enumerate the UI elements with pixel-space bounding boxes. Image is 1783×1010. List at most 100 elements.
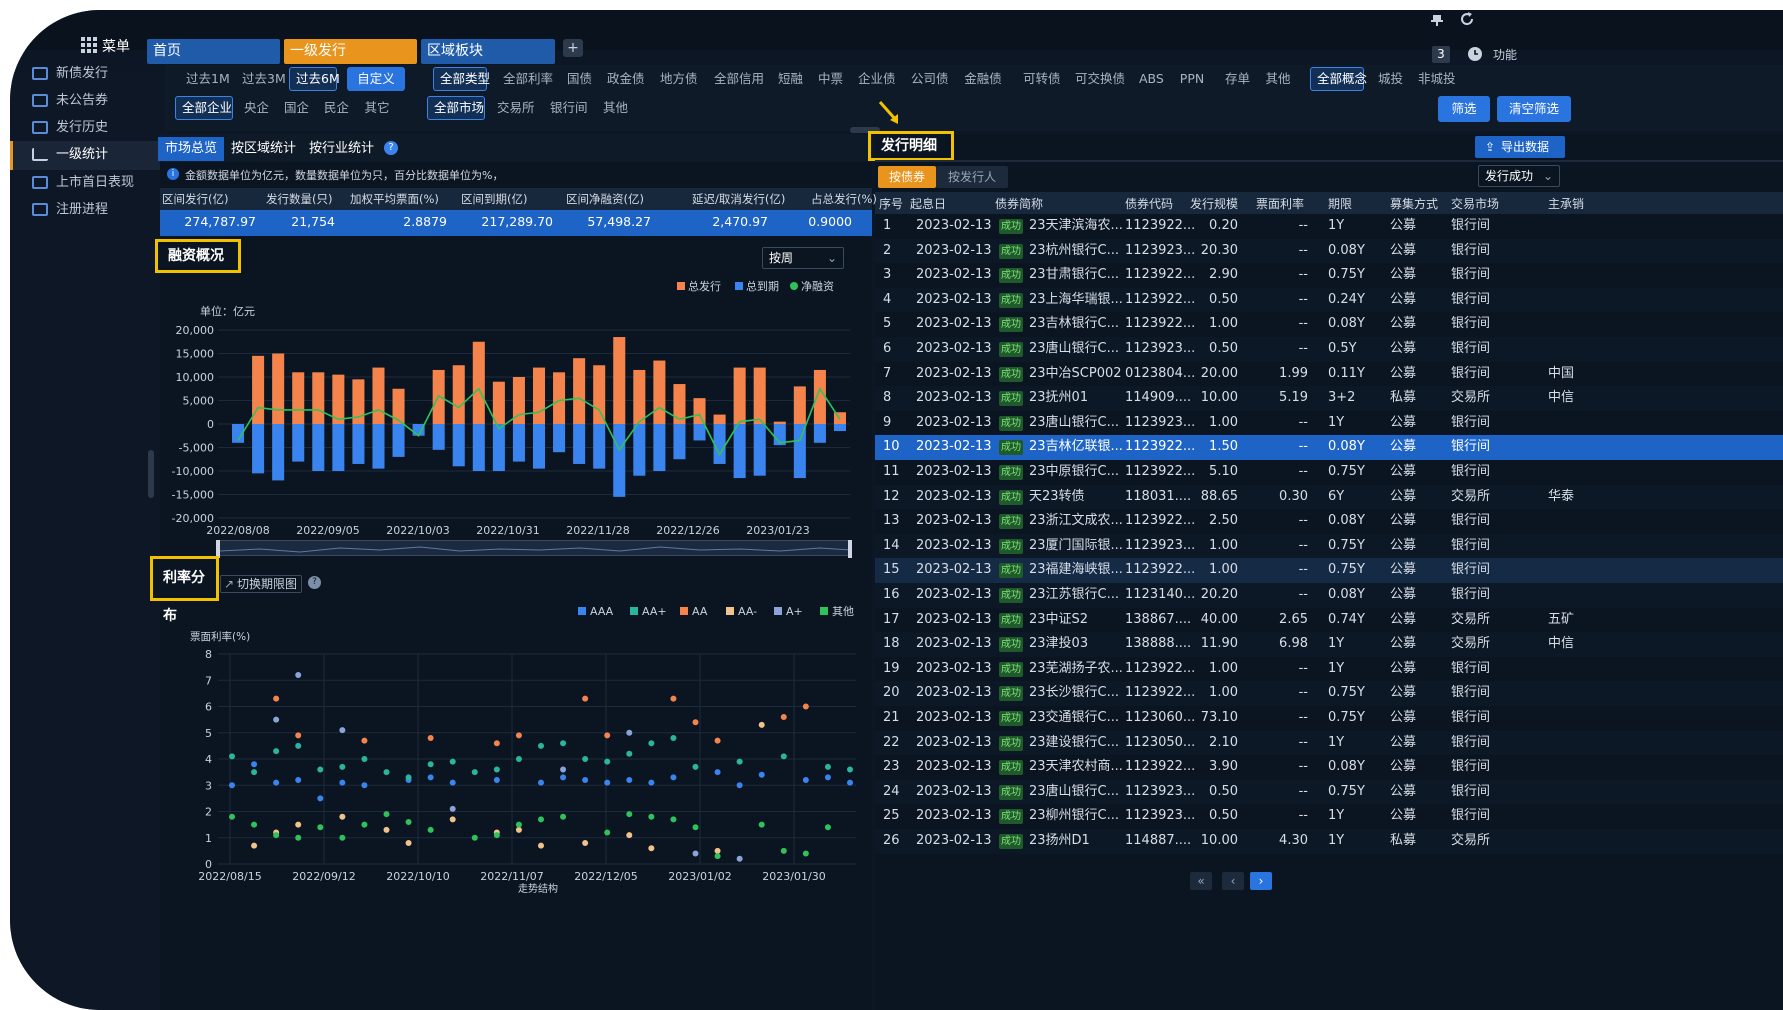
legend-item[interactable]: 净融资 <box>790 279 834 293</box>
filter-other[interactable]: 其他 <box>1258 67 1298 91</box>
table-row[interactable]: 7 2023-02-13 23中冶SCP002 0123804... 20.00 1.99… <box>875 361 1783 387</box>
table-row[interactable]: 12 2023-02-13 天23转债 118031.... 88.65 0.30 6Y 公募… <box>875 484 1783 510</box>
tab-by-bond[interactable]: 按债券 <box>878 166 936 188</box>
column-header[interactable]: 起息日 <box>910 193 946 215</box>
table-row[interactable]: 26 2023-02-13 23扬州D1 114887.... 10.00 4.30 1Y 私… <box>875 829 1783 854</box>
legend-item[interactable]: A+ <box>774 605 803 618</box>
sidebar-item-history[interactable]: 发行历史 <box>32 115 108 141</box>
filter-enterprise[interactable]: 企业债 <box>851 67 897 91</box>
filter-abs[interactable]: ABS <box>1132 67 1166 91</box>
sidebar-item-primary-stats[interactable]: 一级统计 <box>32 142 108 168</box>
table-row[interactable]: 18 2023-02-13 23津投03 138888.... 11.90 6.98 1Y 公… <box>875 632 1783 657</box>
table-row[interactable]: 24 2023-02-13 23唐山银行C... 1123923... 0.50 -- 0.… <box>875 779 1783 805</box>
column-header[interactable]: 序号 <box>879 193 903 215</box>
filter-local-soe[interactable]: 国企 <box>277 96 311 120</box>
filter-exchange[interactable]: 交易所 <box>490 96 536 120</box>
table-row[interactable]: 20 2023-02-13 23长沙银行C... 1123922... 1.00 -- 0.… <box>875 681 1783 706</box>
clear-filter-button[interactable]: 清空筛选 <box>1497 96 1571 122</box>
sidebar-item-unannounced[interactable]: 未公告券 <box>32 88 108 114</box>
table-row[interactable]: 21 2023-02-13 23交通银行C... 1123060... 73.10 -- 0… <box>875 706 1783 731</box>
table-row[interactable]: 1 2023-02-13 23天津滨海农... 1123922... 0.20 -- 1Y 公… <box>875 214 1783 239</box>
table-row[interactable]: 19 2023-02-13 23芜湖扬子农... 1123922... 1.00 -- 1Y… <box>875 656 1783 682</box>
table-row[interactable]: 16 2023-02-13 23江苏银行C... 1123140... 20.20 -- 0… <box>875 583 1783 608</box>
table-row[interactable]: 10 2023-02-13 23吉林亿联银... 1123922... 1.50 -- 0.… <box>875 435 1783 460</box>
table-row[interactable]: 4 2023-02-13 23上海华瑞银... 1123922... 0.50 -- 0.2… <box>875 287 1783 313</box>
table-row[interactable]: 11 2023-02-13 23中原银行C... 1123922... 5.10 -- 0.… <box>875 460 1783 485</box>
status-select[interactable]: 发行成功 ⌄ <box>1478 165 1560 187</box>
table-row[interactable]: 5 2023-02-13 23吉林银行C... 1123922... 1.00 -- 0.0… <box>875 312 1783 337</box>
filter-all-enterprises[interactable]: 全部企业 <box>175 96 233 120</box>
data-zoom-slider[interactable] <box>219 540 851 556</box>
filter-past-1m[interactable]: 过去1M <box>179 67 230 91</box>
filter-interbank[interactable]: 银行间 <box>543 96 589 120</box>
period-select[interactable]: 按周 ⌄ <box>762 247 844 269</box>
table-row[interactable]: 17 2023-02-13 23中证S2 138867.... 40.00 2.65 0.7… <box>875 607 1783 633</box>
filter-others[interactable]: 其它 <box>357 96 397 120</box>
add-tab-button[interactable]: + <box>563 39 583 57</box>
legend-item[interactable]: AA- <box>726 605 757 618</box>
legend-item[interactable]: AAA <box>578 605 614 618</box>
legend-item[interactable]: 总发行 <box>677 279 721 293</box>
filter-central-soe[interactable]: 央企 <box>237 96 271 120</box>
legend-item[interactable]: AA+ <box>630 605 667 618</box>
sidebar-item-first-day[interactable]: 上市首日表现 <box>32 170 134 196</box>
sidebar-item-registration[interactable]: 注册进程 <box>32 197 108 223</box>
filter-exchangeable[interactable]: 可交换债 <box>1068 67 1126 91</box>
filter-non-chengtou[interactable]: 非城投 <box>1411 67 1457 91</box>
legend-item[interactable]: 总到期 <box>735 279 779 293</box>
tab-by-region[interactable]: 按区域统计 <box>231 137 296 161</box>
filter-local-gov[interactable]: 地方债 <box>653 67 699 91</box>
filter-custom[interactable]: 自定义 <box>347 67 405 91</box>
refresh-icon[interactable] <box>1459 11 1475 27</box>
column-header[interactable]: 债券代码 <box>1125 193 1173 215</box>
tab-by-industry[interactable]: 按行业统计 <box>309 137 374 161</box>
function-label[interactable]: 功能 <box>1493 46 1517 63</box>
apps-grid-icon[interactable] <box>80 36 98 54</box>
pager-prev-button[interactable]: ‹ <box>1222 872 1244 890</box>
table-row[interactable]: 9 2023-02-13 23唐山银行C... 1123923... 1.00 -- 1Y 公… <box>875 410 1783 436</box>
table-row[interactable]: 22 2023-02-13 23建设银行C... 1123050... 2.10 -- 1Y… <box>875 730 1783 756</box>
pin-icon[interactable] <box>1430 14 1444 26</box>
tab-market-overview[interactable]: 市场总览 <box>158 137 224 161</box>
filter-convertible[interactable]: 可转债 <box>1016 67 1062 91</box>
sidebar-item-new-bonds[interactable]: 新债发行 <box>32 61 108 87</box>
pager-first-button[interactable]: « <box>1190 872 1212 890</box>
column-header[interactable]: 交易市场 <box>1451 193 1499 215</box>
menu-label[interactable]: 菜单 <box>102 36 130 56</box>
tab-region[interactable]: 区域板块 <box>421 39 555 64</box>
export-data-button[interactable]: ⇪ 导出数据 <box>1475 136 1565 158</box>
filter-all-markets[interactable]: 全部市场 <box>427 96 485 120</box>
filter-short-term[interactable]: 短融 <box>771 67 805 91</box>
table-row[interactable]: 8 2023-02-13 23抚州01 114909.... 10.00 5.19 3+2 私… <box>875 386 1783 411</box>
table-row[interactable]: 13 2023-02-13 23浙江文成农... 1123922... 2.50 -- 0.… <box>875 509 1783 534</box>
filter-past-6m[interactable]: 过去6M <box>289 67 340 91</box>
filter-cd[interactable]: 存单 <box>1218 67 1252 91</box>
tab-by-issuer[interactable]: 按发行人 <box>936 166 1008 188</box>
pager-next-button[interactable]: › <box>1250 872 1272 890</box>
filter-treasury[interactable]: 国债 <box>560 67 594 91</box>
filter-policy-bank[interactable]: 政金债 <box>600 67 646 91</box>
column-header[interactable]: 票面利率 <box>1256 193 1304 215</box>
h-scroll-track[interactable] <box>875 862 1783 866</box>
sidebar-collapse-handle[interactable] <box>148 450 154 498</box>
filter-past-3m[interactable]: 过去3M <box>235 67 286 91</box>
table-row[interactable]: 6 2023-02-13 23唐山银行C... 1123923... 0.50 -- 0.5… <box>875 337 1783 362</box>
table-row[interactable]: 23 2023-02-13 23天津农村商... 1123922... 3.90 -- 0.… <box>875 755 1783 780</box>
table-row[interactable]: 14 2023-02-13 23厦门国际银... 1123923... 1.00 -- 0.… <box>875 533 1783 559</box>
column-header[interactable]: 募集方式 <box>1390 193 1438 215</box>
tab-home[interactable]: 首页 <box>147 39 280 64</box>
table-row[interactable]: 3 2023-02-13 23甘肃银行C... 1123922... 2.90 -- 0.7… <box>875 263 1783 288</box>
filter-chengtou[interactable]: 城投 <box>1371 67 1405 91</box>
filter-all-concepts[interactable]: 全部概念 <box>1310 67 1367 91</box>
filter-all-credit[interactable]: 全部信用 <box>707 67 765 91</box>
table-row[interactable]: 25 2023-02-13 23柳州银行C... 1123923... 0.50 -- 1Y… <box>875 804 1783 829</box>
zoom-handle-right[interactable] <box>848 540 852 558</box>
legend-item[interactable]: 其他 <box>820 605 854 618</box>
tab-primary-issue[interactable]: 一级发行 <box>284 39 417 64</box>
switch-term-button[interactable]: ↗ 切换期限图 <box>220 575 302 593</box>
legend-item[interactable]: AA <box>680 605 708 618</box>
table-row[interactable]: 15 2023-02-13 23福建海峡银... 1123922... 1.00 -- 0.… <box>875 558 1783 583</box>
filter-financial[interactable]: 金融债 <box>956 67 1010 91</box>
help-icon[interactable]: ? <box>384 141 398 155</box>
filter-other-market[interactable]: 其他 <box>596 96 630 120</box>
